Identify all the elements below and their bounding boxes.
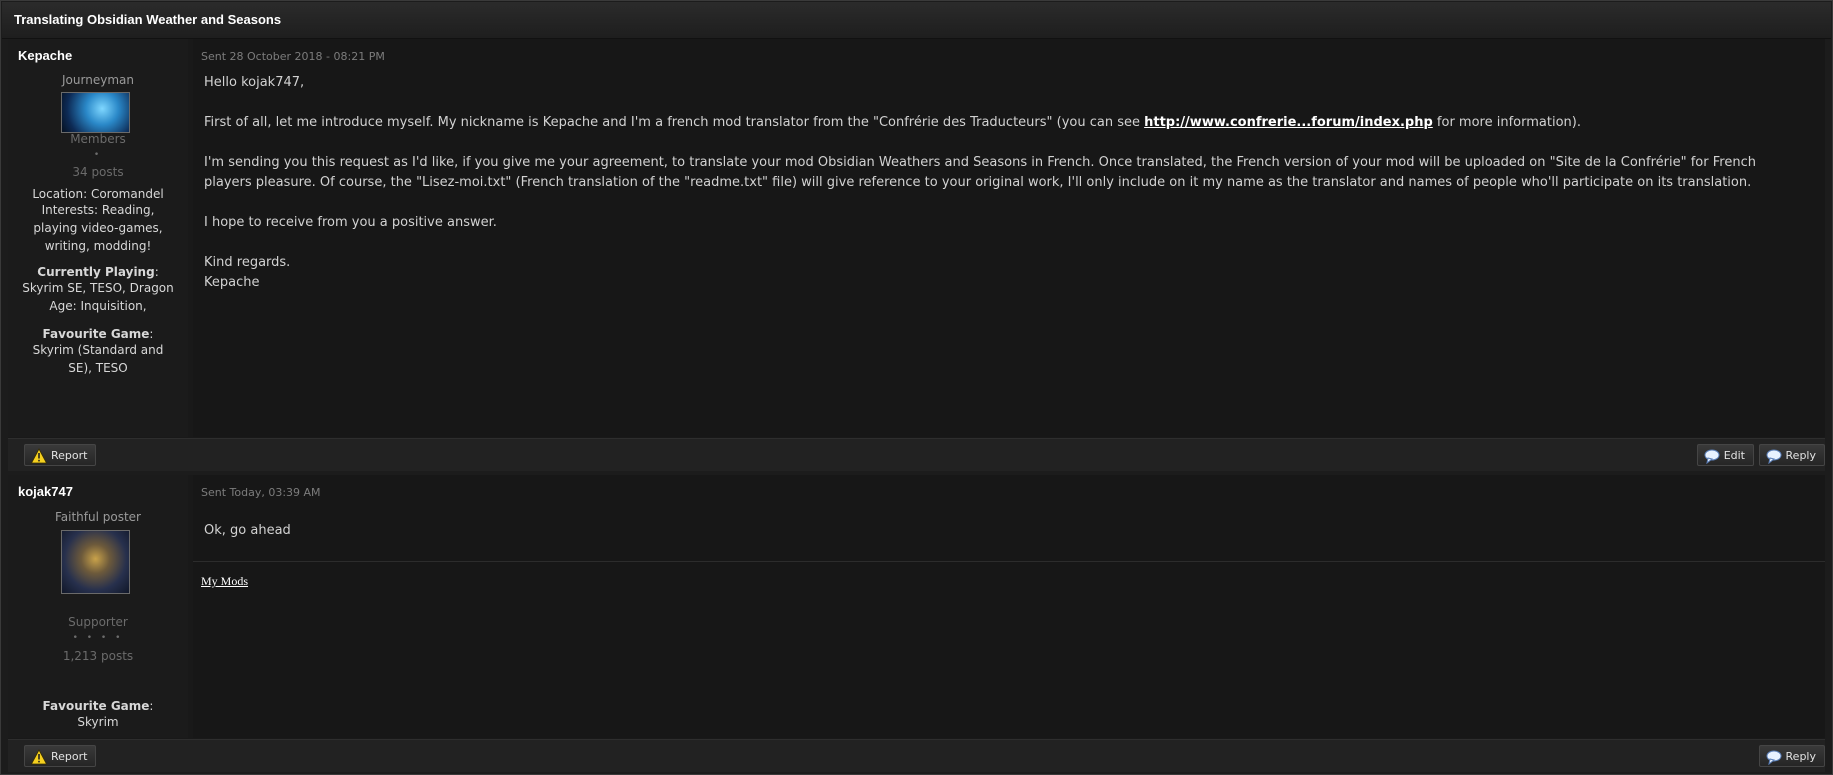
- signature-divider: [193, 561, 1825, 562]
- post-count: 34 posts: [72, 165, 124, 179]
- post-date: Sent 28 October 2018 - 08:21 PM: [201, 50, 385, 63]
- topic-title: Translating Obsidian Weather and Seasons: [14, 12, 282, 27]
- post-body: Sent 28 October 2018 - 08:21 PM Hello ko…: [193, 39, 1825, 437]
- favourite-game-value: Skyrim (Standard and SE), TESO: [32, 343, 164, 375]
- rank-pips: • • • •: [72, 633, 124, 643]
- message-paragraph: I'm sending you this request as I'd like…: [204, 155, 1756, 190]
- report-label: Report: [51, 449, 88, 462]
- favourite-game-label: Favourite Game: [42, 327, 150, 341]
- warning-triangle-icon: [31, 448, 47, 464]
- report-label: Report: [51, 750, 88, 763]
- post-message: Ok, go ahead: [204, 523, 291, 538]
- warning-triangle-icon: [31, 749, 47, 765]
- message-paragraph: First of all, let me introduce myself. M…: [204, 113, 1805, 133]
- edit-button[interactable]: Edit: [1696, 444, 1754, 466]
- report-button[interactable]: Report: [24, 745, 97, 767]
- message-greeting: Hello kojak747,: [204, 75, 305, 90]
- member-rank: Journeyman: [62, 73, 134, 87]
- author-name[interactable]: Kepache: [18, 48, 72, 63]
- edit-label: Edit: [1723, 449, 1745, 462]
- message-paragraph: I hope to receive from you a positive an…: [204, 215, 497, 230]
- confrerie-link[interactable]: http://www.confrerie...forum/index.php: [1144, 115, 1433, 130]
- author-info: kojak747 Faithful poster Supporter • • •…: [8, 475, 188, 738]
- message-closing: Kind regards.: [204, 255, 291, 270]
- author-info: Kepache Journeyman Members • 34 posts Lo…: [8, 39, 188, 437]
- favourite-game-value: Skyrim: [77, 715, 119, 729]
- report-button[interactable]: Report: [24, 444, 97, 466]
- post-message: Hello kojak747, First of all, let me int…: [204, 73, 1805, 313]
- message-text: for more information).: [1432, 115, 1581, 130]
- speech-bubble-icon: [1766, 750, 1782, 765]
- message-text: First of all, let me introduce myself. M…: [204, 115, 1145, 130]
- post-count: 1,213 posts: [62, 649, 134, 663]
- post-body: Sent Today, 03:39 AM Ok, go ahead My Mod…: [193, 475, 1825, 738]
- message-signature: Kepache: [204, 275, 260, 290]
- reply-button[interactable]: Reply: [1758, 745, 1825, 767]
- speech-bubble-icon: [1766, 449, 1782, 464]
- rank-pips: •: [93, 150, 103, 160]
- favourite-game-label: Favourite Game: [42, 699, 150, 713]
- topic-header: Translating Obsidian Weather and Seasons: [2, 2, 1831, 39]
- post: Kepache Journeyman Members • 34 posts Lo…: [8, 39, 1825, 471]
- member-rank: Faithful poster: [54, 510, 141, 524]
- post-footer: Report Edit Reply: [8, 438, 1825, 471]
- avatar[interactable]: [61, 530, 130, 594]
- currently-playing-value: Skyrim SE, TESO, Dragon Age: Inquisition…: [22, 281, 174, 313]
- post-date: Sent Today, 03:39 AM: [201, 486, 321, 499]
- post: kojak747 Faithful poster Supporter • • •…: [8, 475, 1825, 772]
- author-name[interactable]: kojak747: [18, 484, 73, 499]
- reply-button[interactable]: Reply: [1758, 444, 1825, 466]
- speech-bubble-icon: [1704, 449, 1720, 464]
- conversation-frame: Translating Obsidian Weather and Seasons…: [0, 0, 1833, 775]
- reply-label: Reply: [1785, 750, 1816, 763]
- post-footer: Report Reply: [8, 739, 1825, 772]
- my-mods-link[interactable]: My Mods: [201, 574, 248, 589]
- avatar[interactable]: [61, 92, 130, 133]
- currently-playing-label: Currently Playing: [37, 265, 155, 279]
- member-interests: Interests: Reading, playing video-games,…: [33, 203, 163, 253]
- reply-label: Reply: [1785, 449, 1816, 462]
